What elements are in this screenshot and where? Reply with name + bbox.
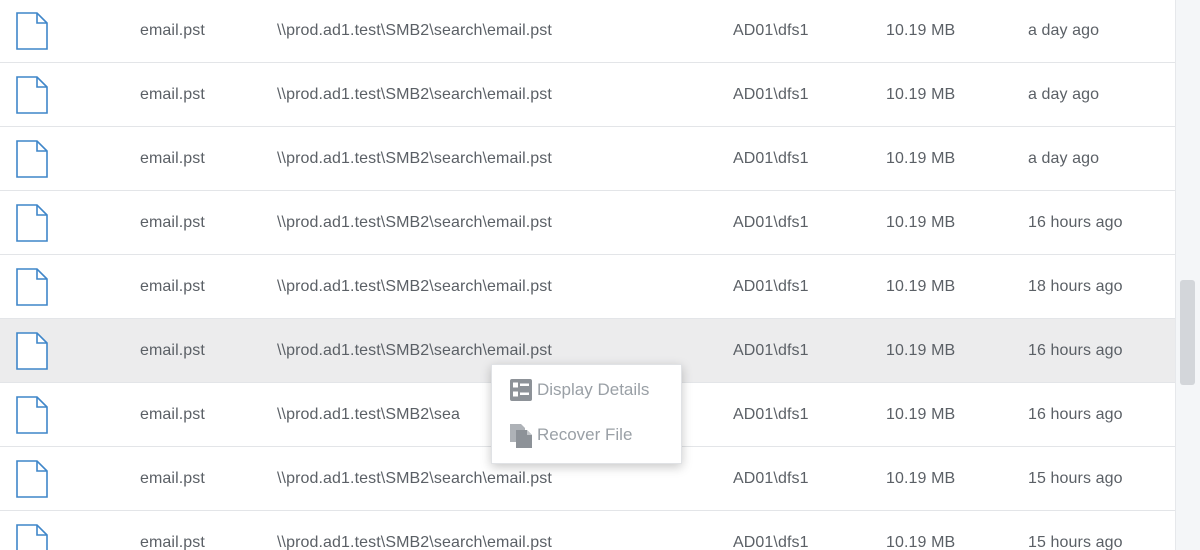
file-path: \\prod.ad1.test\SMB2\sea <box>277 406 460 423</box>
file-name: email.pst <box>140 534 205 550</box>
file-server: AD01\dfs1 <box>733 278 809 295</box>
scrollbar-thumb[interactable] <box>1180 280 1195 385</box>
table-row[interactable]: email.pst \\prod.ad1.test\SMB2\search\em… <box>0 63 1176 127</box>
file-icon <box>15 191 49 254</box>
file-path: \\prod.ad1.test\SMB2\search\email.pst <box>277 22 552 39</box>
table-row[interactable]: email.pst \\prod.ad1.test\SMB2\search\em… <box>0 255 1176 319</box>
file-size: 10.19 MB <box>886 534 956 550</box>
file-size: 10.19 MB <box>886 406 956 423</box>
file-name: email.pst <box>140 22 205 39</box>
file-modified: 16 hours ago <box>1028 406 1123 423</box>
file-server: AD01\dfs1 <box>733 86 809 103</box>
file-modified: 16 hours ago <box>1028 214 1123 231</box>
file-icon <box>15 447 49 510</box>
file-modified: a day ago <box>1028 22 1100 39</box>
file-server: AD01\dfs1 <box>733 534 809 550</box>
table-row[interactable]: email.pst \\prod.ad1.test\SMB2\search\em… <box>0 127 1176 191</box>
table-row[interactable]: email.pst \\prod.ad1.test\SMB2\search\em… <box>0 191 1176 255</box>
file-modified: 15 hours ago <box>1028 534 1123 550</box>
file-name: email.pst <box>140 342 205 359</box>
file-icon <box>15 63 49 126</box>
file-icon <box>15 511 49 550</box>
file-name: email.pst <box>140 214 205 231</box>
file-modified: 16 hours ago <box>1028 342 1123 359</box>
context-menu: Display Details Recover File <box>491 364 682 464</box>
recover-file-label: Recover File <box>537 425 633 444</box>
file-server: AD01\dfs1 <box>733 214 809 231</box>
file-size: 10.19 MB <box>886 150 956 167</box>
file-name: email.pst <box>140 150 205 167</box>
file-size: 10.19 MB <box>886 86 956 103</box>
file-icon <box>15 127 49 190</box>
file-modified: 15 hours ago <box>1028 470 1123 487</box>
file-server: AD01\dfs1 <box>733 22 809 39</box>
file-name: email.pst <box>140 278 205 295</box>
details-list-icon <box>509 378 533 402</box>
file-path: \\prod.ad1.test\SMB2\search\email.pst <box>277 278 552 295</box>
file-server: AD01\dfs1 <box>733 150 809 167</box>
file-path: \\prod.ad1.test\SMB2\search\email.pst <box>277 150 552 167</box>
file-icon <box>15 383 49 446</box>
file-server: AD01\dfs1 <box>733 406 809 423</box>
file-modified: 18 hours ago <box>1028 278 1123 295</box>
file-icon <box>15 319 49 382</box>
file-name: email.pst <box>140 86 205 103</box>
file-size: 10.19 MB <box>886 214 956 231</box>
vertical-scrollbar[interactable] <box>1175 0 1200 550</box>
file-path: \\prod.ad1.test\SMB2\search\email.pst <box>277 86 552 103</box>
table-row[interactable]: email.pst \\prod.ad1.test\SMB2\search\em… <box>0 511 1176 550</box>
file-size: 10.19 MB <box>886 22 956 39</box>
file-path: \\prod.ad1.test\SMB2\search\email.pst <box>277 534 552 550</box>
display-details-menu-item[interactable]: Display Details <box>492 372 681 408</box>
file-size: 10.19 MB <box>886 278 956 295</box>
table-row[interactable]: email.pst \\prod.ad1.test\SMB2\search\em… <box>0 0 1176 63</box>
file-icon <box>15 0 49 62</box>
file-modified: a day ago <box>1028 150 1100 167</box>
file-name: email.pst <box>140 406 205 423</box>
copy-file-icon <box>509 423 533 448</box>
file-path: \\prod.ad1.test\SMB2\search\email.pst <box>277 214 552 231</box>
display-details-label: Display Details <box>537 380 650 399</box>
file-server: AD01\dfs1 <box>733 342 809 359</box>
file-modified: a day ago <box>1028 86 1100 103</box>
file-size: 10.19 MB <box>886 470 956 487</box>
file-results-table: email.pst \\prod.ad1.test\SMB2\search\em… <box>0 0 1176 550</box>
file-size: 10.19 MB <box>886 342 956 359</box>
file-icon <box>15 255 49 318</box>
file-name: email.pst <box>140 470 205 487</box>
file-server: AD01\dfs1 <box>733 470 809 487</box>
recover-file-menu-item[interactable]: Recover File <box>492 417 681 453</box>
